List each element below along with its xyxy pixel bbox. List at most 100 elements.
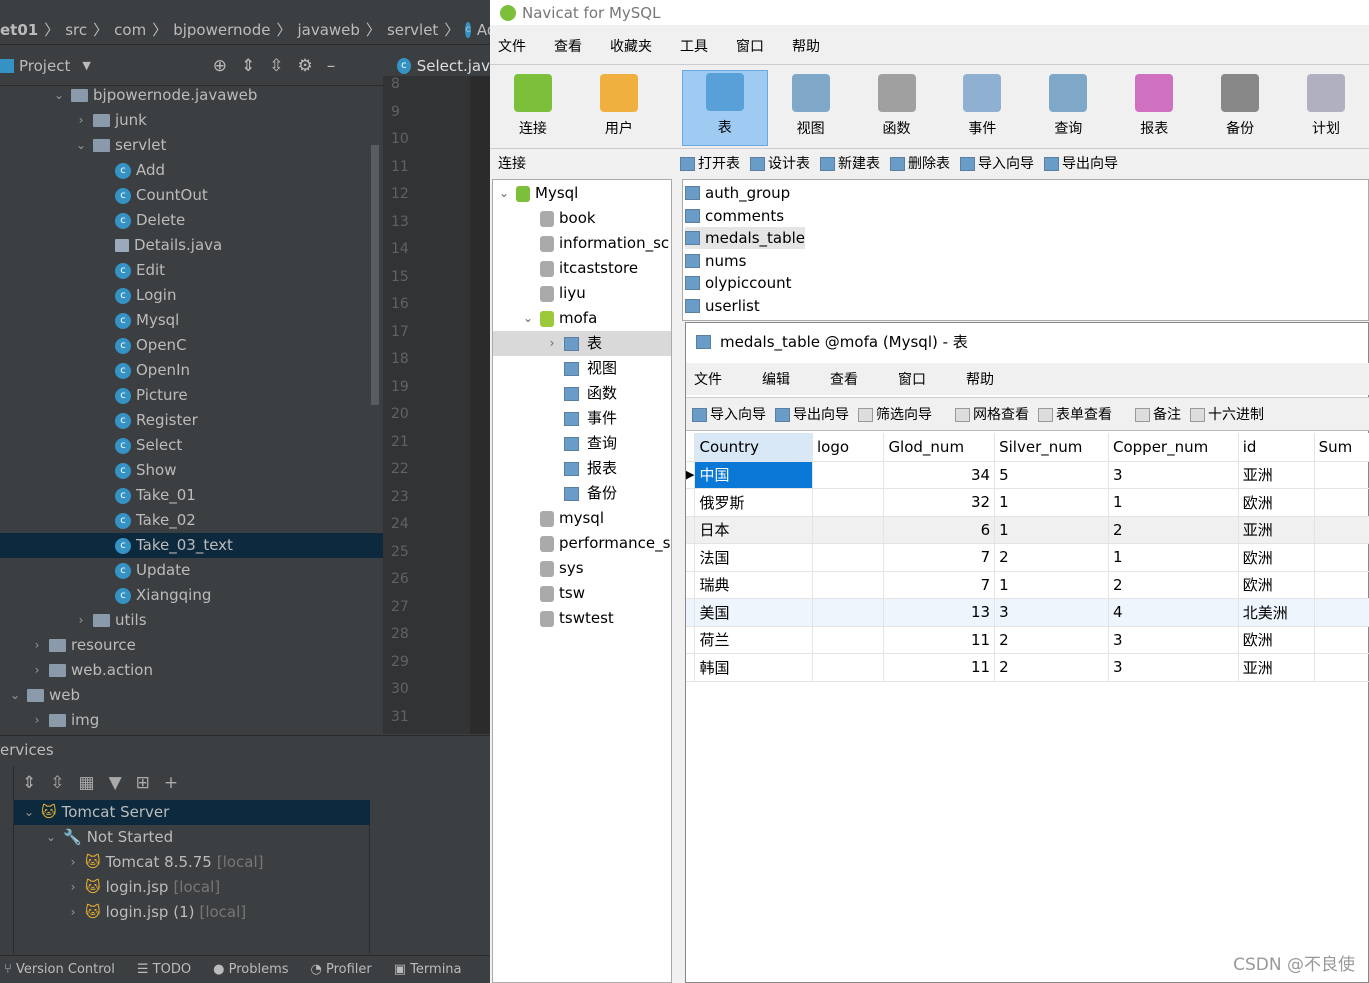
column-header[interactable]: id bbox=[1238, 433, 1315, 462]
cell[interactable]: 1 bbox=[994, 488, 1109, 517]
column-header[interactable]: Country bbox=[694, 433, 813, 462]
object-toolbar-button[interactable]: 设计表 bbox=[750, 153, 810, 173]
cell[interactable]: 美国 bbox=[694, 598, 813, 627]
table-row[interactable]: 荷兰 11 2 3 欧洲 bbox=[686, 626, 1369, 654]
tree-item[interactable]: c Update bbox=[0, 558, 383, 583]
tree-item[interactable]: c Xiangqing bbox=[0, 583, 383, 608]
cell[interactable] bbox=[1314, 516, 1369, 544]
menu-item[interactable]: 窗口 bbox=[728, 36, 772, 56]
cell[interactable]: 11 bbox=[883, 653, 996, 682]
connection-tree-item[interactable]: mysql bbox=[493, 506, 671, 531]
toolbar-button[interactable]: 用户 bbox=[576, 70, 662, 146]
window-toolbar-button[interactable]: 筛选向导 bbox=[858, 404, 932, 424]
table-list-item[interactable]: userlist bbox=[685, 295, 760, 317]
toolbar-button[interactable]: 事件 bbox=[939, 70, 1025, 146]
table-row[interactable]: 法国 7 2 1 欧洲 bbox=[686, 543, 1369, 572]
tree-item[interactable]: c Show bbox=[0, 458, 383, 483]
window-toolbar-button[interactable]: 表单查看 bbox=[1038, 404, 1112, 424]
window-toolbar-button[interactable]: 网格查看 bbox=[955, 404, 1029, 424]
cell[interactable]: 7 bbox=[883, 571, 996, 599]
object-toolbar-button[interactable]: 删除表 bbox=[890, 153, 950, 173]
add-icon[interactable]: + bbox=[164, 773, 178, 793]
cell[interactable]: 11 bbox=[883, 626, 996, 654]
cell[interactable]: 瑞典 bbox=[694, 571, 813, 599]
window-menu-item[interactable]: 窗口 bbox=[890, 369, 934, 389]
cell[interactable]: 3 bbox=[1108, 653, 1239, 682]
status-tab[interactable]: ☰ TODO bbox=[137, 962, 191, 977]
service-item[interactable]: › 🐱 login.jsp [local] bbox=[14, 875, 370, 900]
cell[interactable] bbox=[812, 488, 885, 517]
table-list-item[interactable]: olypiccount bbox=[685, 272, 791, 294]
menu-item[interactable]: 查看 bbox=[546, 36, 590, 56]
breadcrumb-item[interactable]: javaweb bbox=[297, 21, 359, 39]
column-header[interactable]: Silver_num bbox=[994, 433, 1109, 462]
cell[interactable]: 7 bbox=[883, 543, 996, 572]
table-row[interactable]: ▶ 中国 34 5 3 亚洲 bbox=[686, 461, 1369, 489]
cell[interactable]: 韩国 bbox=[694, 653, 813, 682]
tree-item[interactable]: c Take_01 bbox=[0, 483, 383, 508]
cell[interactable] bbox=[812, 516, 885, 544]
toolbar-button[interactable]: 报表 bbox=[1111, 70, 1197, 146]
cell[interactable]: 3 bbox=[994, 598, 1109, 627]
toolbar-button[interactable]: 函数 bbox=[854, 70, 940, 146]
cell[interactable]: 1 bbox=[994, 516, 1109, 544]
tree-item[interactable]: ⌄ bjpowernode.javaweb bbox=[0, 83, 383, 108]
cell[interactable]: 日本 bbox=[694, 516, 813, 544]
object-toolbar-button[interactable]: 导入向导 bbox=[960, 153, 1034, 173]
table-list-item[interactable]: comments bbox=[685, 205, 784, 227]
status-tab[interactable]: ◔ Profiler bbox=[311, 962, 372, 977]
connection-tree-item[interactable]: 事件 bbox=[493, 406, 671, 431]
cell[interactable]: 欧洲 bbox=[1238, 543, 1315, 572]
project-label[interactable]: Project bbox=[19, 57, 70, 75]
window-toolbar-button[interactable]: 导入向导 bbox=[692, 404, 766, 424]
tree-item[interactable]: › web.action bbox=[0, 658, 383, 683]
cell[interactable]: 亚洲 bbox=[1238, 653, 1315, 682]
cell[interactable] bbox=[1314, 598, 1369, 627]
cell[interactable]: 32 bbox=[883, 488, 996, 517]
cell[interactable] bbox=[812, 653, 885, 682]
cell[interactable]: 俄罗斯 bbox=[694, 488, 813, 517]
cell[interactable] bbox=[1314, 461, 1369, 489]
window-toolbar-button[interactable]: 备注 bbox=[1135, 404, 1181, 424]
cell[interactable] bbox=[812, 626, 885, 654]
menu-item[interactable]: 文件 bbox=[490, 36, 534, 56]
table-row[interactable]: 日本 6 1 2 亚洲 bbox=[686, 516, 1369, 544]
cell[interactable]: 亚洲 bbox=[1238, 516, 1315, 544]
connection-tree-item[interactable]: performance_s bbox=[493, 531, 671, 556]
cell[interactable]: 1 bbox=[994, 571, 1109, 599]
window-menu-item[interactable]: 编辑 bbox=[754, 369, 798, 389]
cell[interactable] bbox=[812, 571, 885, 599]
tree-item[interactable]: › resource bbox=[0, 633, 383, 658]
tree-scrollbar[interactable] bbox=[371, 145, 379, 405]
toolbar-button[interactable]: 查询 bbox=[1025, 70, 1111, 146]
connection-tree-item[interactable]: information_sc bbox=[493, 231, 671, 256]
cell[interactable]: 5 bbox=[994, 461, 1109, 489]
cell[interactable]: 3 bbox=[1108, 626, 1239, 654]
connection-tree-item[interactable]: itcaststore bbox=[493, 256, 671, 281]
service-item[interactable]: › 🐱 Tomcat 8.5.75 [local] bbox=[14, 850, 370, 875]
collapse-all-icon[interactable]: ⇳ bbox=[50, 773, 64, 793]
cell[interactable]: 2 bbox=[994, 653, 1109, 682]
cell[interactable]: 4 bbox=[1108, 598, 1239, 627]
toolbar-button[interactable]: 视图 bbox=[768, 70, 854, 146]
breadcrumb-item[interactable]: bjpowernode bbox=[173, 21, 270, 39]
cell[interactable]: 欧洲 bbox=[1238, 571, 1315, 599]
window-menu-item[interactable]: 帮助 bbox=[958, 369, 1002, 389]
cell[interactable]: 2 bbox=[994, 543, 1109, 572]
tree-item[interactable]: › junk bbox=[0, 108, 383, 133]
column-header[interactable]: Glod_num bbox=[883, 433, 996, 462]
tree-item[interactable]: ⌄ web bbox=[0, 683, 383, 708]
cell[interactable]: 法国 bbox=[694, 543, 813, 572]
connection-tree-item[interactable]: tsw bbox=[493, 581, 671, 606]
group-icon[interactable]: ▦ bbox=[79, 773, 95, 793]
table-row[interactable]: 俄罗斯 32 1 1 欧洲 bbox=[686, 488, 1369, 517]
connection-tree-item[interactable]: 报表 bbox=[493, 456, 671, 481]
tree-item[interactable]: c Take_02 bbox=[0, 508, 383, 533]
cell[interactable]: 亚洲 bbox=[1238, 461, 1315, 489]
window-menu-item[interactable]: 查看 bbox=[822, 369, 866, 389]
tree-item[interactable]: ⌄ servlet bbox=[0, 133, 383, 158]
toolbar-button[interactable]: 备份 bbox=[1197, 70, 1283, 146]
status-tab[interactable]: ▣ Termina bbox=[394, 962, 462, 977]
cell[interactable]: 13 bbox=[883, 598, 996, 627]
table-row[interactable]: 美国 13 3 4 北美洲 bbox=[686, 598, 1369, 627]
